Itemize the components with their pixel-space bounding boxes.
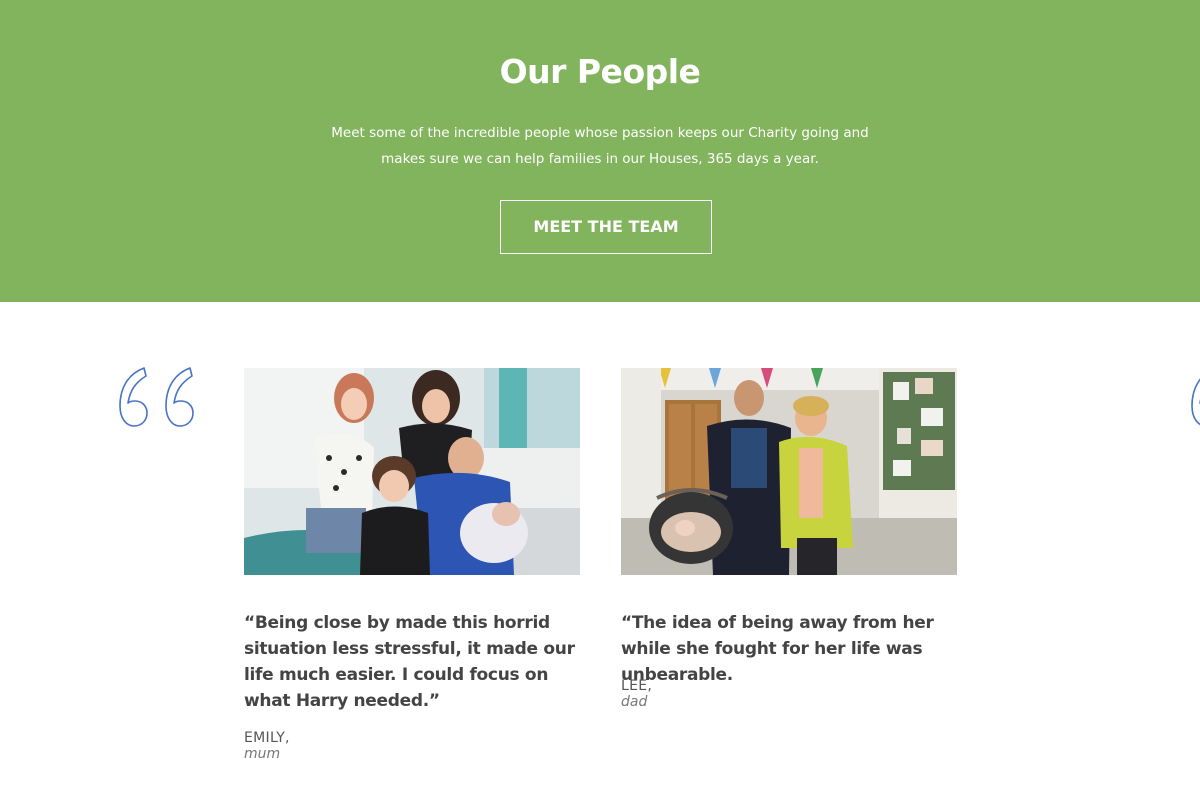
testimonial-quote: “Being close by made this horrid situati… bbox=[244, 613, 575, 711]
testimonial-quote: “The idea of being away from her while s… bbox=[621, 613, 934, 685]
testimonial-card-lee: “The idea of being away from her while s… bbox=[621, 368, 971, 710]
page-title: Our People bbox=[499, 52, 701, 91]
testimonial-name: LEE, bbox=[621, 678, 653, 694]
testimonial-role: dad bbox=[621, 694, 648, 710]
hero-banner: Our People Meet some of the incredible p… bbox=[0, 0, 1200, 302]
quote-mark-icon bbox=[119, 367, 194, 427]
testimonial-attribution: LEE, dad bbox=[621, 678, 652, 710]
quote-mark-icon-next bbox=[1191, 378, 1200, 426]
testimonial-role: mum bbox=[244, 746, 281, 762]
hero-description: Meet some of the incredible people whose… bbox=[331, 125, 869, 167]
family-hospital-photo bbox=[244, 368, 580, 575]
couple-with-pram-photo bbox=[621, 368, 957, 575]
testimonial-card-emily: “Being close by made this horrid situati… bbox=[244, 368, 580, 762]
testimonial-attribution: EMILY, mum bbox=[244, 730, 290, 762]
testimonial-name: EMILY, bbox=[244, 730, 290, 746]
meet-the-team-button[interactable]: MEET THE TEAM bbox=[500, 200, 712, 254]
